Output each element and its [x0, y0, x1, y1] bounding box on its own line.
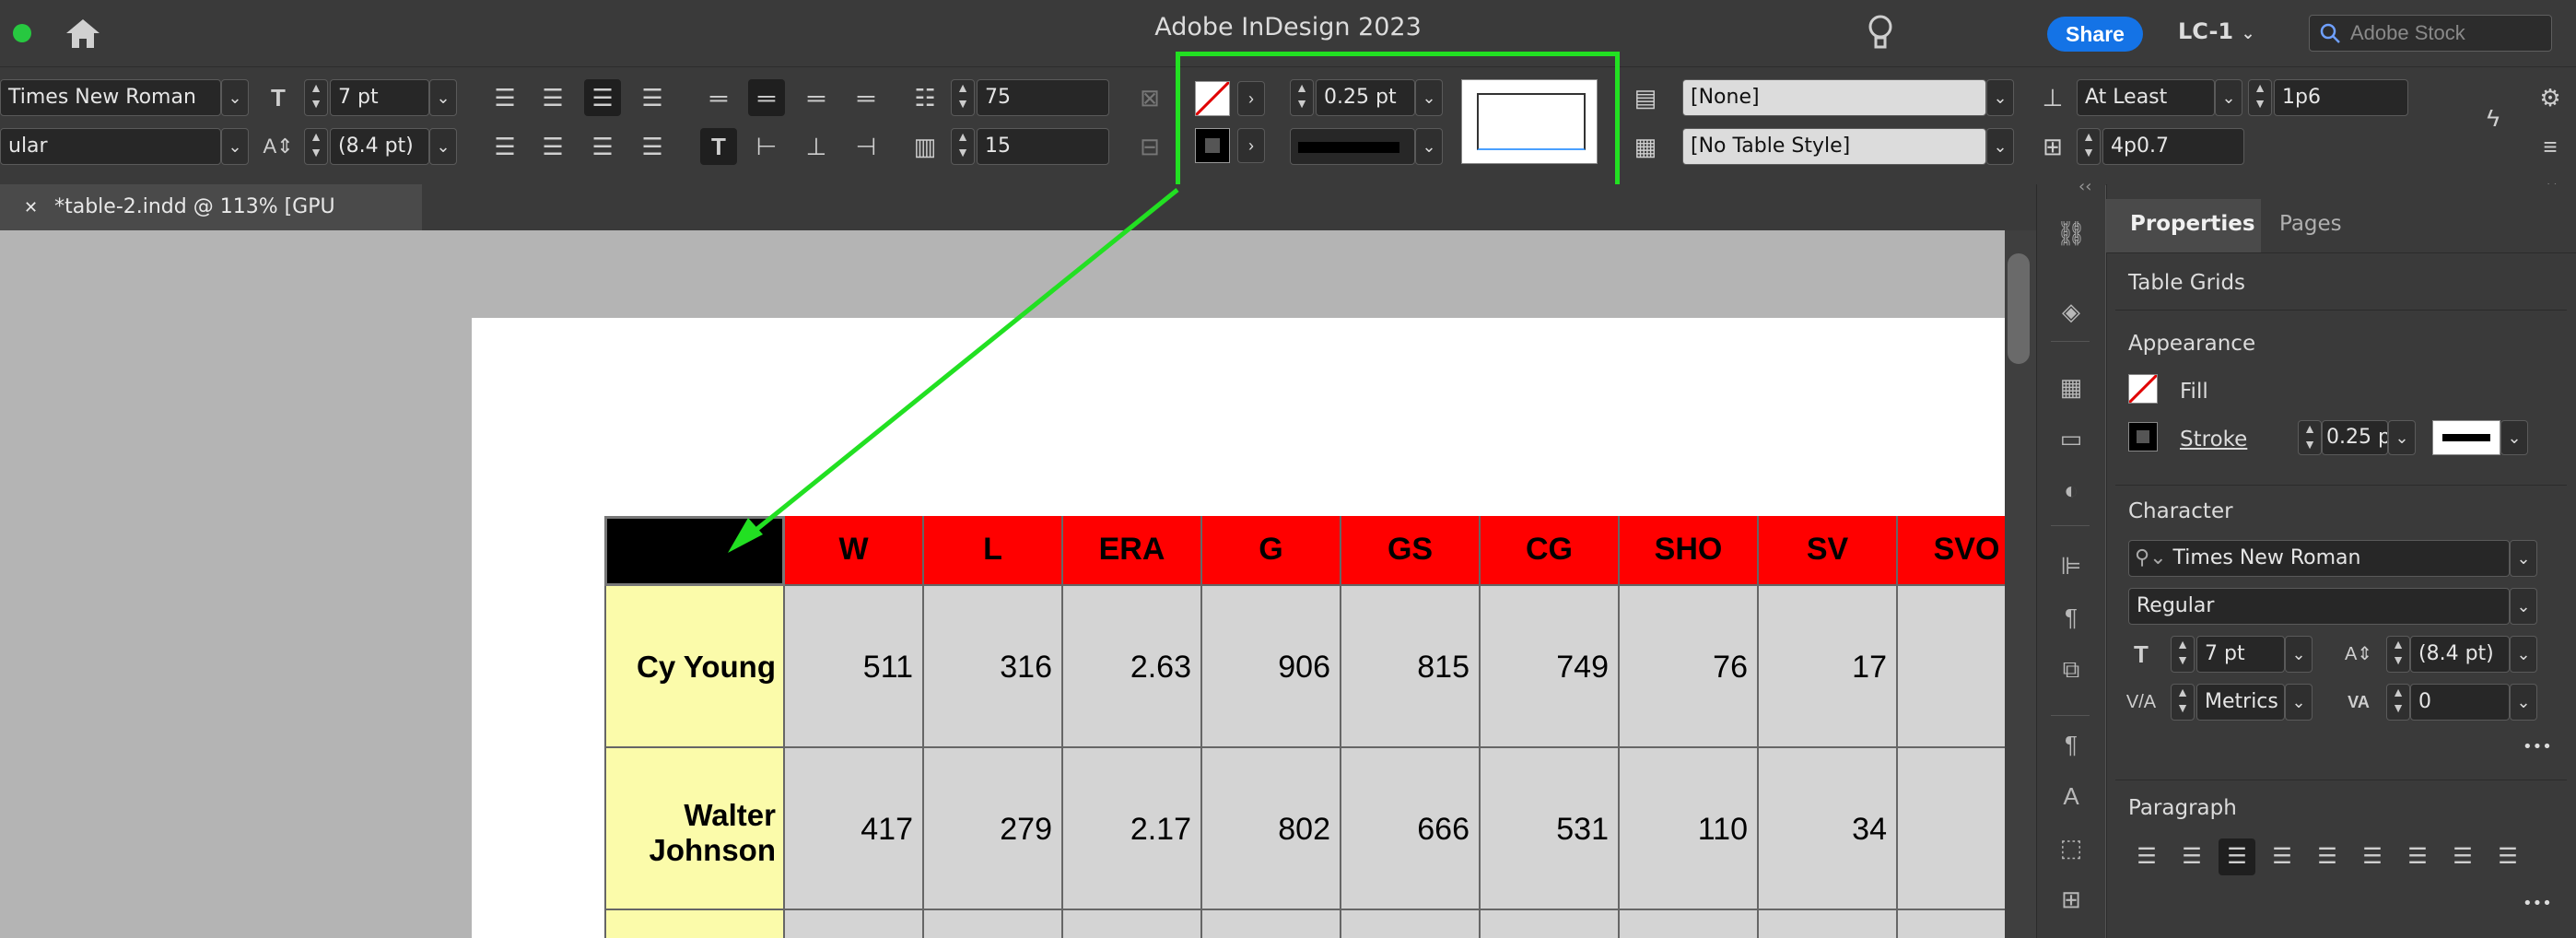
panel-font-family[interactable]: ⚲⌄ Times New Roman [2128, 540, 2510, 577]
align-icon[interactable]: ⊫ [2053, 547, 2090, 584]
panel-stroke-type-dropdown[interactable]: ⌄ [2500, 420, 2528, 455]
section-divider [2115, 310, 2567, 311]
cell-style-icon[interactable]: ⊞ [2053, 881, 2090, 918]
gradient-icon[interactable]: ▭ [2053, 420, 2090, 457]
tab-divider [2106, 252, 2576, 253]
tracking-field[interactable]: 0 [2410, 684, 2510, 721]
character-heading: Character [2128, 499, 2233, 523]
justify-right-icon[interactable]: ☰ [2489, 838, 2526, 875]
panel-leading-dropdown[interactable]: ⌄ [2510, 636, 2537, 673]
justify-left-icon[interactable]: ☰ [2309, 838, 2346, 875]
panel-font-size-icon: T [2134, 640, 2149, 668]
context-label: Table Grids [2128, 271, 2246, 295]
panel-stroke-type[interactable] [2432, 420, 2500, 455]
appearance-heading: Appearance [2128, 332, 2256, 356]
paragraph-heading: Paragraph [2128, 796, 2237, 820]
kerning-icon: V/A [2125, 692, 2157, 712]
collapse-left-icon[interactable]: ‹‹ [2078, 177, 2091, 196]
kerning-stepper[interactable]: ▲ ▼ [2171, 684, 2195, 721]
links-icon[interactable]: ⛓ [2053, 215, 2090, 252]
character-more-options[interactable]: ••• [2523, 737, 2552, 756]
paragraph-styles-icon[interactable]: ¶ [2053, 599, 2090, 636]
strip-divider [2051, 715, 2090, 716]
layers-icon[interactable]: ◈ [2053, 293, 2090, 330]
stroke-swatch-panel[interactable] [2128, 422, 2158, 451]
panel-leading-icon: A⇕ [2344, 644, 2373, 664]
align-right-icon[interactable]: ☰ [2219, 838, 2255, 875]
color-icon[interactable]: ◐ [2053, 472, 2090, 509]
panel-leading[interactable]: (8.4 pt) [2410, 636, 2510, 673]
search-font-icon: ⚲⌄ [2135, 546, 2173, 569]
align-towards-spine-icon[interactable]: ☰ [2264, 838, 2301, 875]
object-style-icon[interactable]: ⬚ [2053, 829, 2090, 866]
panel-stroke-stepper[interactable]: ▲ ▼ [2298, 420, 2322, 455]
tracking-stepper[interactable]: ▲ ▼ [2386, 684, 2410, 721]
paragraph-style-icon[interactable]: ¶ [2053, 726, 2090, 763]
panel-leading-stepper[interactable]: ▲ ▼ [2386, 636, 2410, 673]
tracking-icon: VA [2348, 693, 2370, 711]
panel-stroke-weight-dropdown[interactable]: ⌄ [2388, 420, 2416, 455]
swatches-icon[interactable]: ▦ [2053, 369, 2090, 405]
justify-center-icon[interactable]: ☰ [2354, 838, 2391, 875]
align-left-icon[interactable]: ☰ [2128, 838, 2165, 875]
strip-divider [2051, 341, 2090, 342]
panel-stroke-weight[interactable]: 0.25 pt [2322, 420, 2388, 455]
tracking-dropdown[interactable]: ⌄ [2510, 684, 2537, 721]
stroke-link[interactable]: Stroke [2180, 428, 2247, 451]
section-divider [2115, 485, 2567, 486]
panel-font-family-dropdown[interactable]: ⌄ [2510, 540, 2537, 577]
fill-swatch-panel[interactable] [2127, 373, 2159, 405]
panel-font-size-stepper[interactable]: ▲ ▼ [2171, 636, 2195, 673]
panel-font-family-text: Times New Roman [2172, 546, 2361, 569]
align-center-icon[interactable]: ☰ [2173, 838, 2210, 875]
tab-pages[interactable]: Pages [2279, 212, 2342, 236]
kerning-dropdown[interactable]: ⌄ [2285, 684, 2313, 721]
kerning-field[interactable]: Metrics [2196, 684, 2285, 721]
fill-label: Fill [2180, 380, 2208, 404]
tab-properties-label: Properties [2130, 212, 2255, 236]
panel-font-style[interactable]: Regular [2128, 588, 2510, 625]
justify-all-icon[interactable]: ☰ [2399, 838, 2436, 875]
align-away-from-spine-icon[interactable]: ☰ [2444, 838, 2481, 875]
paragraph-more-options[interactable]: ••• [2523, 894, 2552, 913]
panel-font-size-dropdown[interactable]: ⌄ [2285, 636, 2313, 673]
panel-font-style-dropdown[interactable]: ⌄ [2510, 588, 2537, 625]
panel-font-size[interactable]: 7 pt [2196, 636, 2285, 673]
character-style-icon[interactable]: A [2053, 778, 2090, 815]
strip-divider [2051, 525, 2090, 526]
pathfinder-icon[interactable]: ⧉ [2053, 651, 2090, 687]
